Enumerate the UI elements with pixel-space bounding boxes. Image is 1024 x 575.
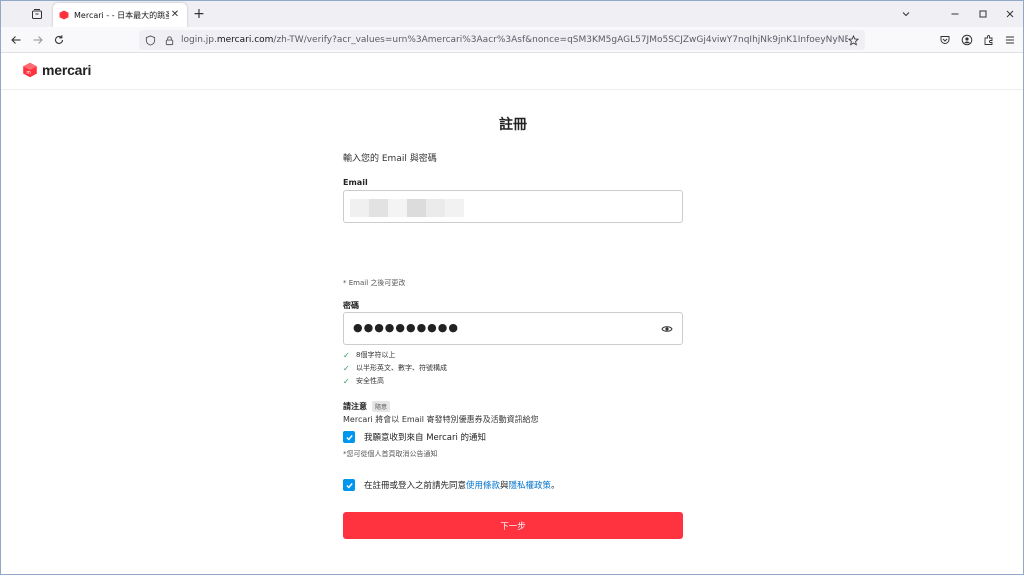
rule-text: 以半形英文、數字、符號構成 (356, 364, 447, 372)
back-arrow-icon[interactable] (7, 31, 25, 49)
terms-suffix: 。 (551, 481, 560, 491)
eye-icon[interactable] (661, 323, 673, 335)
notice-title: 請注意 隨意 (343, 401, 391, 412)
terms-of-use-link[interactable]: 使用條款 (466, 481, 500, 491)
notify-checkbox[interactable] (343, 431, 355, 443)
mercari-logo-icon: m (23, 62, 37, 78)
close-window-icon[interactable] (1001, 5, 1019, 23)
forward-arrow-icon[interactable] (29, 31, 47, 49)
rule-text: 安全性高 (356, 377, 384, 385)
notify-checkbox-label: 我願意收到來自 Mercari 的通知 (364, 433, 487, 443)
email-hint: * Email 之後可更改 (343, 279, 406, 287)
email-field[interactable] (343, 190, 683, 223)
page-content: m mercari 註冊 輸入您的 Email 與密碼 Email * Emai… (1, 54, 1023, 574)
terms-and: 與 (500, 481, 509, 491)
checkmark-icon (345, 434, 353, 441)
tab-list-button[interactable] (27, 5, 47, 23)
check-icon: ✓ (343, 363, 350, 373)
password-rule-strength: ✓ 安全性高 (343, 376, 384, 386)
app-menu-icon[interactable] (1001, 31, 1019, 49)
password-field[interactable]: ●●●●●●●●●● (343, 312, 683, 345)
password-rule-length: ✓ 8個字符以上 (343, 350, 395, 360)
maximize-icon[interactable] (974, 5, 992, 23)
password-rule-charset: ✓ 以半形英文、數字、符號構成 (343, 363, 447, 373)
optional-badge: 隨意 (372, 401, 391, 412)
password-label: 密碼 (343, 301, 359, 310)
account-icon[interactable] (958, 31, 976, 49)
url-domain: mercari.com (216, 35, 274, 45)
checkmark-icon (345, 482, 353, 489)
notify-note: *您可從個人首頁取消公告通知 (343, 450, 438, 458)
tab-title: Mercari - - 日本最大的跳蚤市場 (74, 10, 169, 20)
tracking-shield-icon[interactable] (145, 34, 156, 46)
navigation-bar: login.jp.mercari.com/zh-TW/verify?acr_va… (1, 27, 1023, 53)
tab-overflow-chevron-icon[interactable] (897, 5, 915, 23)
check-icon: ✓ (343, 350, 350, 360)
notice-text: Mercari 將會以 Email 寄發特別優惠券及活動資訊給您 (343, 415, 539, 424)
notice-title-text: 請注意 (343, 402, 367, 411)
terms-checkbox[interactable] (343, 479, 355, 491)
browser-window: Mercari - - 日本最大的跳蚤市場 ✕ + login (0, 0, 1024, 575)
password-value: ●●●●●●●●●● (353, 321, 459, 334)
check-icon: ✓ (343, 376, 350, 386)
minimize-icon[interactable] (946, 5, 964, 23)
svg-text:m: m (27, 70, 31, 76)
new-tab-button[interactable]: + (191, 6, 207, 22)
url-text[interactable]: login.jp.mercari.com/zh-TW/verify?acr_va… (181, 35, 848, 45)
reload-icon[interactable] (50, 31, 68, 49)
bookmark-star-icon[interactable] (848, 34, 859, 46)
url-path: /zh-TW/verify?acr_values=urn%3Amercari%3… (273, 35, 848, 45)
tab-close-icon[interactable]: ✕ (169, 9, 181, 21)
lock-icon[interactable] (164, 35, 175, 46)
terms-prefix: 在註冊或登入之前請先同意 (364, 481, 467, 491)
email-label: Email (343, 178, 368, 187)
tab-mercari[interactable]: Mercari - - 日本最大的跳蚤市場 ✕ (53, 3, 187, 27)
email-value-redacted (350, 199, 464, 217)
extensions-icon[interactable] (980, 31, 998, 49)
page-title: 註冊 (499, 117, 527, 133)
site-header: m mercari (1, 54, 1023, 90)
logo-text: mercari (42, 62, 92, 78)
tab-strip: Mercari - - 日本最大的跳蚤市場 ✕ + (1, 1, 1023, 27)
form-subtitle: 輸入您的 Email 與密碼 (343, 154, 437, 164)
next-button[interactable]: 下一步 (343, 512, 683, 539)
notify-checkbox-row[interactable]: 我願意收到來自 Mercari 的通知 (343, 431, 486, 443)
rule-text: 8個字符以上 (356, 351, 396, 359)
privacy-policy-link[interactable]: 隱私權政策 (509, 481, 552, 491)
url-bar[interactable]: login.jp.mercari.com/zh-TW/verify?acr_va… (139, 30, 865, 50)
terms-text: 在註冊或登入之前請先同意使用條款與隱私權政策。 (364, 479, 560, 491)
mercari-logo[interactable]: m mercari (22, 62, 91, 78)
pocket-icon[interactable] (936, 31, 954, 49)
url-prefix: login.jp. (181, 35, 217, 45)
mercari-favicon-icon (59, 10, 69, 20)
tab-list-icon (32, 9, 42, 19)
terms-checkbox-row[interactable]: 在註冊或登入之前請先同意使用條款與隱私權政策。 (343, 479, 560, 491)
